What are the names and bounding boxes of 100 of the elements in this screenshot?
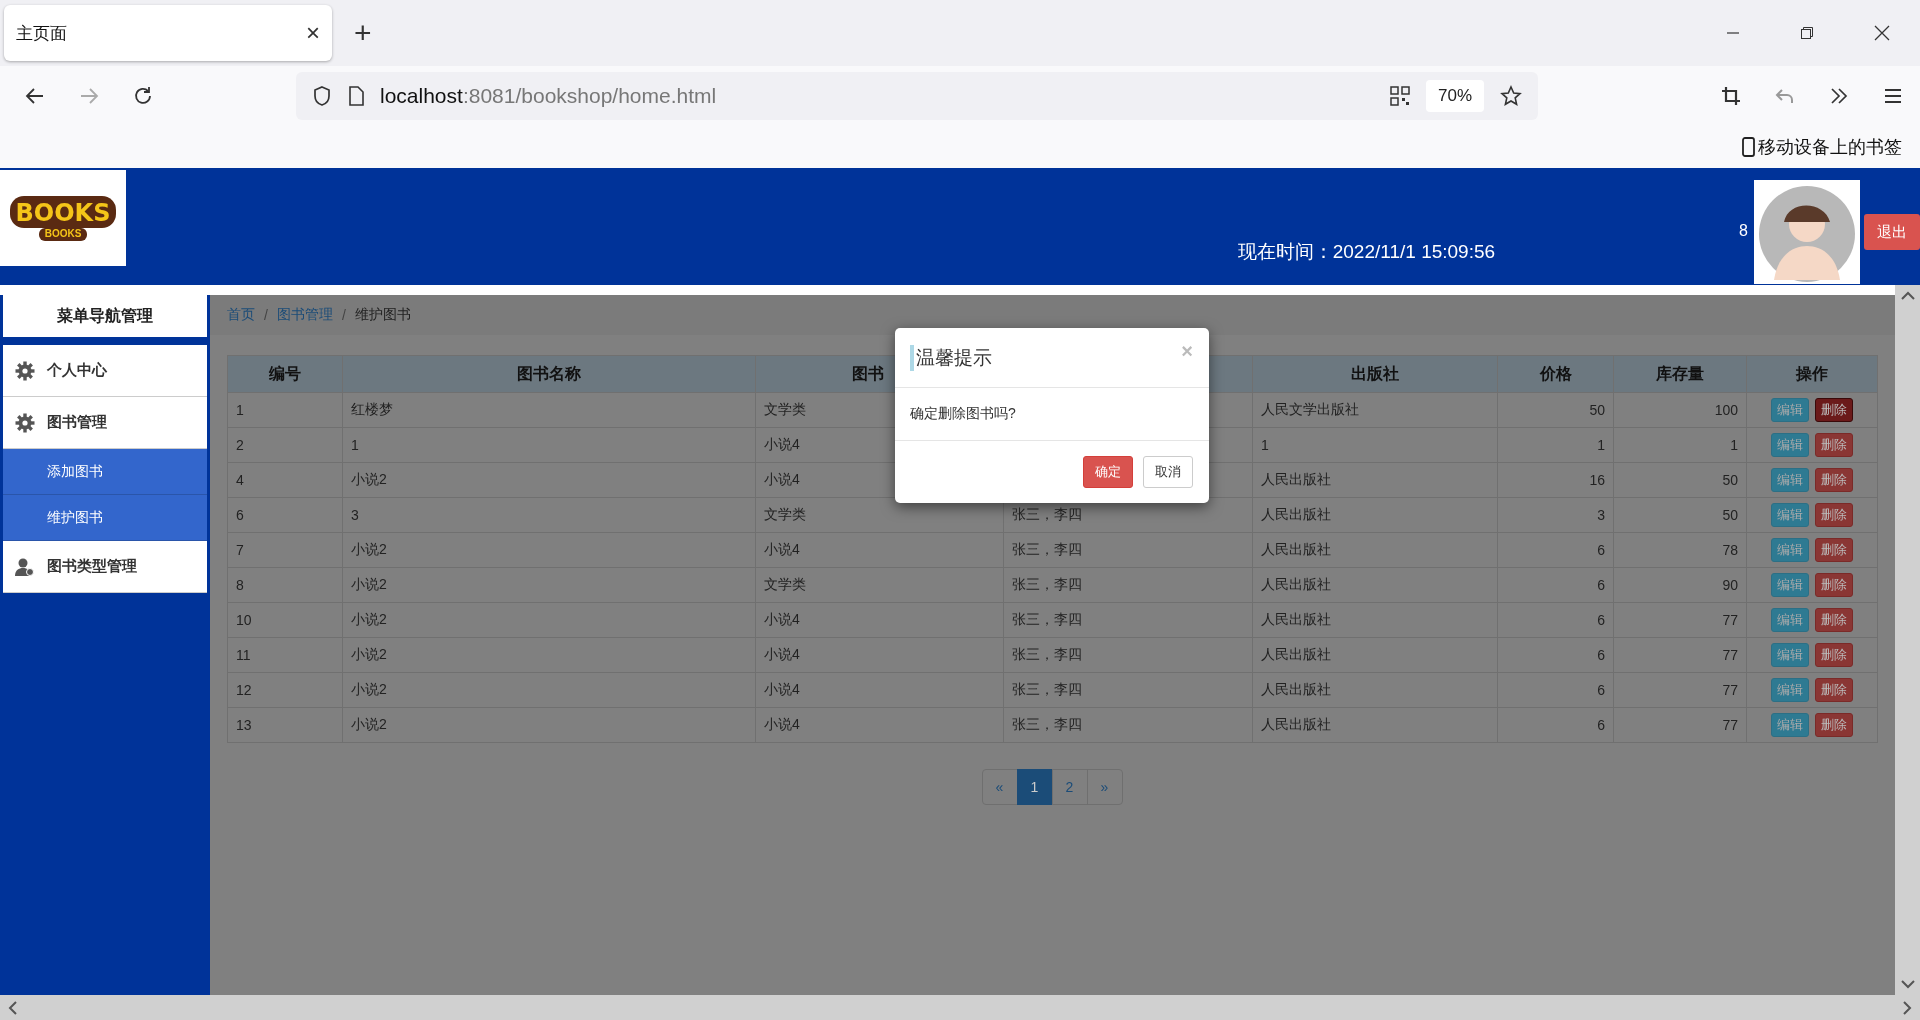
vertical-scrollbar[interactable] (1895, 285, 1920, 995)
delete-button[interactable]: 删除 (1814, 398, 1853, 422)
delete-button[interactable]: 删除 (1814, 678, 1853, 702)
table-cell: 6 (1497, 672, 1614, 708)
table-cell: 小说2 (342, 567, 756, 603)
table-cell: 人民出版社 (1252, 462, 1498, 498)
table-cell: 张三，李四 (1003, 532, 1253, 568)
page-link[interactable]: 2 (1051, 769, 1088, 805)
table-cell: 7 (227, 532, 343, 568)
scroll-right-icon[interactable] (1902, 1000, 1912, 1015)
table-cell: 红楼梦 (342, 392, 756, 428)
table-cell: 人民出版社 (1252, 672, 1498, 708)
restore-icon[interactable] (1800, 26, 1814, 40)
column-header: 图书名称 (342, 355, 756, 393)
delete-button[interactable]: 删除 (1814, 503, 1853, 527)
column-header: 出版社 (1252, 355, 1498, 393)
table-cell: 77 (1613, 707, 1747, 743)
table-cell: 11 (227, 637, 343, 673)
reload-icon[interactable] (132, 85, 154, 107)
table-cell: 小说4 (755, 707, 1004, 743)
page-link[interactable]: 1 (1016, 769, 1053, 805)
table-cell: 人民出版社 (1252, 707, 1498, 743)
user-icon (15, 556, 35, 577)
submenu-item[interactable]: 维护图书 (3, 495, 207, 541)
table-cell: 1 (1497, 427, 1614, 463)
delete-button[interactable]: 删除 (1814, 713, 1853, 737)
star-icon[interactable] (1500, 85, 1522, 107)
column-header: 操作 (1746, 355, 1878, 393)
table-cell: 16 (1497, 462, 1614, 498)
table-cell: 张三，李四 (1003, 602, 1253, 638)
browser-tab[interactable]: 主页面 × (4, 5, 332, 61)
cancel-button[interactable]: 取消 (1143, 456, 1193, 488)
table-cell: 小说2 (342, 462, 756, 498)
column-header: 价格 (1497, 355, 1614, 393)
delete-button[interactable]: 删除 (1814, 573, 1853, 597)
menu-item[interactable]: 个人中心 (3, 345, 207, 397)
table-cell: 6 (1497, 532, 1614, 568)
delete-button[interactable]: 删除 (1814, 468, 1853, 492)
delete-button[interactable]: 删除 (1814, 608, 1853, 632)
confirm-button[interactable]: 确定 (1083, 456, 1133, 488)
table-cell: 小说2 (342, 707, 756, 743)
table-cell: 12 (227, 672, 343, 708)
current-time: 现在时间：2022/11/1 15:09:56 (1237, 239, 1496, 264)
dialog-title: 温馨提示 (910, 344, 1182, 371)
table-cell: 6 (1497, 602, 1614, 638)
table-cell: 50 (1497, 392, 1614, 428)
horizontal-scrollbar[interactable] (0, 995, 1920, 1020)
table-cell: 77 (1613, 602, 1747, 638)
address-bar[interactable]: localhost:8081/bookshop/home.html 70% (296, 72, 1538, 120)
shield-icon (312, 85, 332, 107)
delete-button[interactable]: 删除 (1814, 538, 1853, 562)
table-cell: 100 (1613, 392, 1747, 428)
table-cell: 张三，李四 (1003, 637, 1253, 673)
gear-icon (15, 360, 35, 381)
table-cell: 小说2 (342, 602, 756, 638)
new-tab-button[interactable]: + (354, 16, 372, 50)
close-icon[interactable] (1874, 25, 1890, 41)
table-cell: 小说2 (342, 637, 756, 673)
table-cell: 小说4 (755, 602, 1004, 638)
qr-code-icon[interactable] (1389, 86, 1410, 106)
table-cell: 文学类 (755, 567, 1004, 603)
tab-title: 主页面 (16, 22, 68, 45)
table-cell: 小说4 (755, 637, 1004, 673)
page-link[interactable]: » (1086, 769, 1123, 805)
menu-item[interactable]: 图书类型管理 (3, 541, 207, 593)
table-cell: 3 (1497, 497, 1614, 533)
table-cell: 1 (342, 427, 756, 463)
table-cell: 小说4 (755, 532, 1004, 568)
delete-button[interactable]: 删除 (1814, 433, 1853, 457)
submenu-item[interactable]: 添加图书 (3, 449, 207, 495)
scroll-up-icon[interactable] (1900, 291, 1915, 301)
table-cell: 6 (227, 497, 343, 533)
table-cell: 2 (227, 427, 343, 463)
table-cell: 3 (342, 497, 756, 533)
table-cell: 6 (1497, 707, 1614, 743)
url-text: localhost:8081/bookshop/home.html (380, 84, 717, 108)
table-cell: 张三，李四 (1003, 672, 1253, 708)
breadcrumb-separator: / (341, 307, 346, 323)
table-cell: 人民出版社 (1252, 602, 1498, 638)
logout-button[interactable]: 退出 (1864, 214, 1920, 250)
table-cell: 小说2 (342, 672, 756, 708)
breadcrumb-current: 维护图书 (354, 306, 411, 324)
table-cell: 8 (227, 567, 343, 603)
close-tab-button[interactable]: × (306, 19, 320, 47)
menu-item[interactable]: 图书管理 (3, 397, 207, 449)
table-cell: 张三，李四 (1003, 567, 1253, 603)
gear-icon (15, 412, 35, 433)
scroll-left-icon[interactable] (8, 1000, 18, 1015)
zoom-level[interactable]: 70% (1425, 80, 1484, 112)
table-cell: 小说4 (755, 672, 1004, 708)
scroll-down-icon[interactable] (1900, 979, 1915, 989)
table-cell: 人民文学出版社 (1252, 392, 1498, 428)
delete-button[interactable]: 删除 (1814, 643, 1853, 667)
crop-icon[interactable] (1720, 85, 1742, 107)
table-cell: 小说2 (342, 532, 756, 568)
table-cell: 人民出版社 (1252, 532, 1498, 568)
breadcrumb-separator: / (264, 307, 268, 323)
column-header: 库存量 (1613, 355, 1747, 393)
table-cell: 人民出版社 (1252, 567, 1498, 603)
table-cell: 1 (227, 392, 343, 428)
